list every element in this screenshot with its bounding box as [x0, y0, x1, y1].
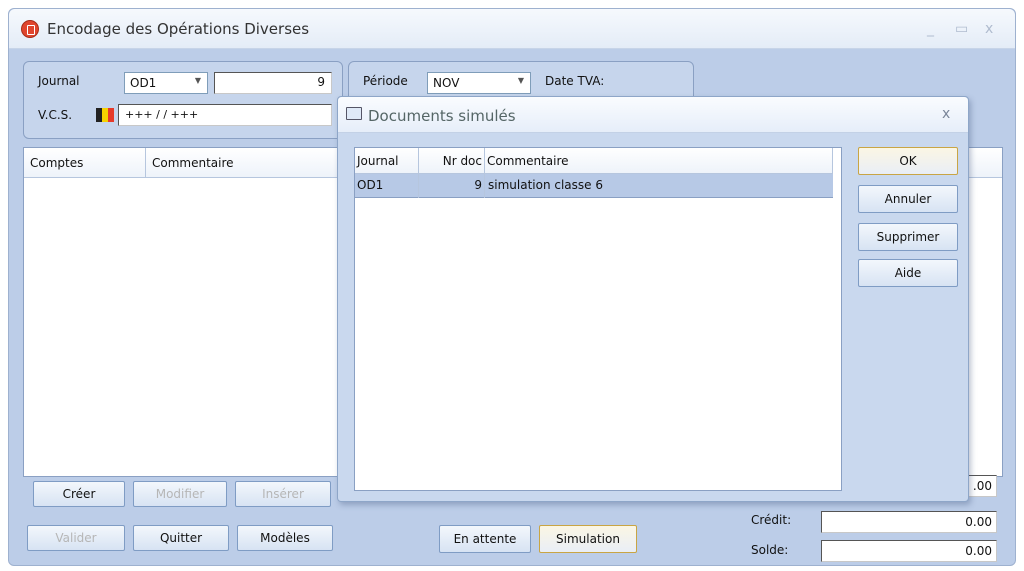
- dialog-title: Documents simulés: [368, 107, 516, 125]
- row-journal: OD1: [355, 174, 419, 198]
- solde-label: Solde:: [751, 543, 789, 557]
- vcs-label: V.C.S.: [38, 108, 73, 122]
- belgium-flag-icon: [96, 108, 114, 122]
- column-header-journal[interactable]: Journal: [355, 148, 419, 174]
- journal-select[interactable]: OD1 ▼: [124, 72, 208, 94]
- date-tva-label: Date TVA:: [545, 74, 605, 88]
- column-header-comptes[interactable]: Comptes: [24, 148, 146, 178]
- supprimer-button[interactable]: Supprimer: [858, 223, 958, 251]
- inserer-button[interactable]: Insérer: [235, 481, 331, 507]
- valider-button[interactable]: Valider: [27, 525, 125, 551]
- modifier-button[interactable]: Modifier: [133, 481, 227, 507]
- periode-label: Période: [363, 74, 408, 88]
- chevron-down-icon: ▼: [194, 76, 201, 85]
- title-bar: Encodage des Opérations Diverses _ ▭ x: [9, 9, 1015, 49]
- annuler-button[interactable]: Annuler: [858, 185, 958, 213]
- credit-label: Crédit:: [751, 513, 792, 527]
- app-icon: [21, 20, 39, 38]
- row-nr-doc: 9: [419, 174, 485, 198]
- quitter-button[interactable]: Quitter: [133, 525, 229, 551]
- creer-button[interactable]: Créer: [33, 481, 125, 507]
- aide-button[interactable]: Aide: [858, 259, 958, 287]
- maximize-icon[interactable]: ▭: [955, 21, 968, 37]
- row-commentaire: simulation classe 6: [488, 178, 603, 192]
- en-attente-button[interactable]: En attente: [439, 525, 531, 553]
- solde-total-field: 0.00: [821, 540, 997, 562]
- table-row[interactable]: OD1 9 simulation classe 6: [355, 174, 833, 198]
- column-header-commentaire[interactable]: Commentaire: [146, 148, 338, 178]
- modeles-button[interactable]: Modèles: [237, 525, 333, 551]
- vcs-field[interactable]: +++ / / +++: [118, 104, 332, 126]
- journal-group: Journal OD1 ▼ 9 V.C.S. +++ / / +++: [23, 61, 343, 139]
- list-header: Journal Nr doc Commentaire: [355, 148, 833, 174]
- dialog-title-bar: Documents simulés x: [338, 97, 968, 133]
- credit-total-field: 0.00: [821, 511, 997, 533]
- minimize-icon[interactable]: _: [927, 21, 934, 37]
- ok-button[interactable]: OK: [858, 147, 958, 175]
- chevron-down-icon: ▼: [517, 76, 524, 85]
- dialog-close-icon[interactable]: x: [942, 106, 950, 122]
- column-header-commentaire[interactable]: Commentaire: [485, 148, 833, 174]
- close-icon[interactable]: x: [985, 21, 993, 37]
- column-header-nr-doc[interactable]: Nr doc: [419, 148, 485, 174]
- periode-select[interactable]: NOV ▼: [427, 72, 531, 94]
- journal-label: Journal: [38, 74, 80, 88]
- simulation-button[interactable]: Simulation: [539, 525, 637, 553]
- window-title: Encodage des Opérations Diverses: [47, 20, 310, 38]
- simulated-documents-list[interactable]: Journal Nr doc Commentaire OD1 9 simulat…: [354, 147, 842, 491]
- document-icon: [346, 107, 362, 120]
- documents-simules-dialog: Documents simulés x Journal Nr doc Comme…: [337, 96, 969, 502]
- doc-number-field[interactable]: 9: [214, 72, 332, 94]
- periode-select-value: NOV: [433, 76, 460, 90]
- journal-select-value: OD1: [130, 76, 157, 90]
